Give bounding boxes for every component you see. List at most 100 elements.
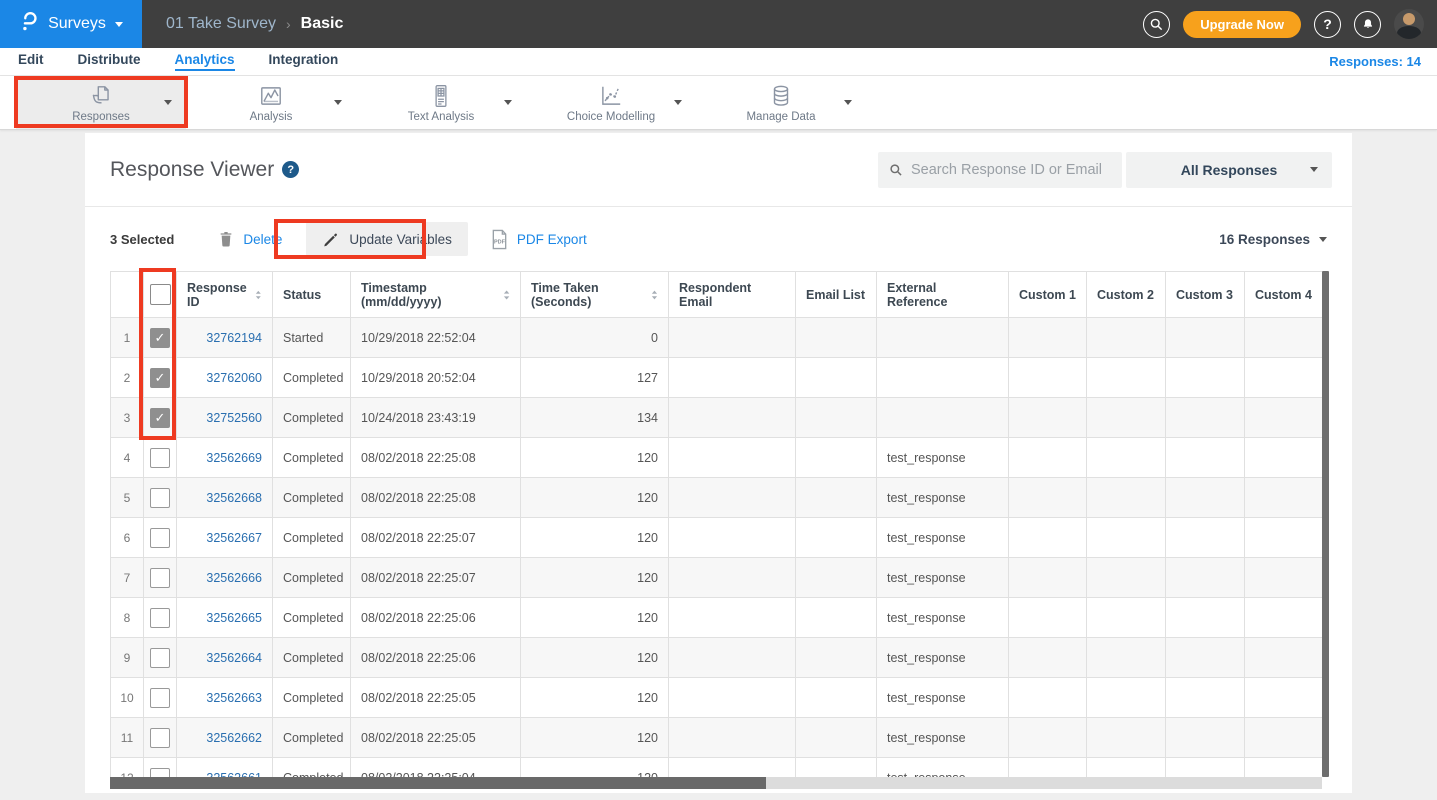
user-avatar[interactable] xyxy=(1394,9,1424,39)
cell-custom3 xyxy=(1166,678,1245,718)
nav-tab-integration[interactable]: Integration xyxy=(269,52,339,71)
cell-time_taken: 120 xyxy=(521,718,669,758)
row-checkbox[interactable] xyxy=(150,448,170,468)
breadcrumb-survey-name[interactable]: 01 Take Survey xyxy=(166,15,276,33)
column-header-external-reference: External Reference xyxy=(877,272,1009,318)
pdf-export-button[interactable]: PDF Export xyxy=(517,232,587,247)
table-row: 732562666Completed08/02/2018 22:25:07120… xyxy=(111,558,1323,598)
row-number: 3 xyxy=(111,398,144,438)
cell-time_taken: 120 xyxy=(521,558,669,598)
cell-respondent_email xyxy=(669,518,796,558)
response-id-link[interactable]: 32562664 xyxy=(206,651,262,665)
update-variables-button[interactable]: Update Variables xyxy=(306,222,468,256)
response-id-link[interactable]: 32562667 xyxy=(206,531,262,545)
chevron-down-icon[interactable] xyxy=(844,100,852,105)
cell-custom2 xyxy=(1087,398,1166,438)
toolbar-item-choice-modelling[interactable]: Choice Modelling xyxy=(526,76,696,129)
cell-custom1 xyxy=(1009,318,1087,358)
row-checkbox[interactable]: ✓ xyxy=(150,328,170,348)
row-checkbox[interactable] xyxy=(150,768,170,778)
sort-icon xyxy=(503,289,510,301)
row-checkbox[interactable] xyxy=(150,488,170,508)
table-row: 532562668Completed08/02/2018 22:25:08120… xyxy=(111,478,1323,518)
toolbar-item-responses[interactable]: Responses xyxy=(16,76,186,129)
response-table: Response IDStatusTimestamp (mm/dd/yyyy)T… xyxy=(110,271,1322,777)
search-input[interactable] xyxy=(911,162,1111,178)
row-checkbox-cell xyxy=(144,758,177,778)
update-variables-label: Update Variables xyxy=(349,232,452,247)
toolbar-item-analysis[interactable]: Analysis xyxy=(186,76,356,129)
row-checkbox[interactable]: ✓ xyxy=(150,408,170,428)
title-help-icon[interactable]: ? xyxy=(282,161,299,178)
row-checkbox[interactable] xyxy=(150,528,170,548)
cell-id: 32752560 xyxy=(177,398,273,438)
cell-external_reference: test_response xyxy=(877,478,1009,518)
row-checkbox[interactable] xyxy=(150,568,170,588)
cell-custom4 xyxy=(1245,558,1323,598)
select-all-checkbox[interactable] xyxy=(150,284,171,305)
row-checkbox[interactable] xyxy=(150,648,170,668)
column-header-response-id[interactable]: Response ID xyxy=(177,272,273,318)
response-id-link[interactable]: 32752560 xyxy=(206,411,262,425)
response-id-link[interactable]: 32562668 xyxy=(206,491,262,505)
cell-custom1 xyxy=(1009,758,1087,778)
row-number: 1 xyxy=(111,318,144,358)
cell-email_list xyxy=(796,398,877,438)
response-id-link[interactable]: 32562666 xyxy=(206,571,262,585)
column-label: Timestamp (mm/dd/yyyy) xyxy=(361,281,497,309)
help-icon[interactable]: ? xyxy=(1314,11,1341,38)
toolbar-item-manage-data[interactable]: Manage Data xyxy=(696,76,866,129)
search-icon[interactable] xyxy=(1143,11,1170,38)
response-id-link[interactable]: 32562669 xyxy=(206,451,262,465)
toolbar-item-text-analysis[interactable]: Text Analysis xyxy=(356,76,526,129)
response-id-link[interactable]: 32762194 xyxy=(206,331,262,345)
nav-tab-edit[interactable]: Edit xyxy=(18,52,44,71)
column-header-time-taken-seconds-[interactable]: Time Taken (Seconds) xyxy=(521,272,669,318)
response-id-link[interactable]: 32762060 xyxy=(206,371,262,385)
toolbar-item-label: Analysis xyxy=(250,111,293,123)
response-id-link[interactable]: 32562663 xyxy=(206,691,262,705)
row-checkbox[interactable] xyxy=(150,608,170,628)
chevron-down-icon[interactable] xyxy=(674,100,682,105)
notifications-bell-icon[interactable] xyxy=(1354,11,1381,38)
response-id-link[interactable]: 32562662 xyxy=(206,731,262,745)
nav-tab-distribute[interactable]: Distribute xyxy=(78,52,141,71)
row-checkbox[interactable] xyxy=(150,688,170,708)
toolbar-item-label: Choice Modelling xyxy=(567,111,655,123)
vertical-scrollbar[interactable] xyxy=(1322,271,1329,777)
cell-custom1 xyxy=(1009,358,1087,398)
product-switcher[interactable]: Surveys xyxy=(0,0,142,48)
cell-custom3 xyxy=(1166,438,1245,478)
row-checkbox[interactable] xyxy=(150,728,170,748)
cell-email_list xyxy=(796,758,877,778)
row-number: 7 xyxy=(111,558,144,598)
row-checkbox[interactable]: ✓ xyxy=(150,368,170,388)
pdf-file-icon[interactable]: PDF xyxy=(490,229,509,250)
row-number: 10 xyxy=(111,678,144,718)
chevron-down-icon[interactable] xyxy=(334,100,342,105)
cell-email_list xyxy=(796,478,877,518)
trash-icon[interactable] xyxy=(218,230,234,248)
horizontal-scrollbar-thumb[interactable] xyxy=(110,777,766,789)
table-header-row: Response IDStatusTimestamp (mm/dd/yyyy)T… xyxy=(111,272,1323,318)
table-row: 432562669Completed08/02/2018 22:25:08120… xyxy=(111,438,1323,478)
cell-timestamp: 08/02/2018 22:25:07 xyxy=(351,518,521,558)
responses-count-dropdown[interactable]: 16 Responses xyxy=(1219,232,1327,247)
cell-id: 32762194 xyxy=(177,318,273,358)
response-filter-dropdown[interactable]: All Responses xyxy=(1126,152,1332,188)
chevron-down-icon[interactable] xyxy=(504,100,512,105)
chevron-down-icon[interactable] xyxy=(164,100,172,105)
column-header-timestamp-mm-dd-yyyy-[interactable]: Timestamp (mm/dd/yyyy) xyxy=(351,272,521,318)
cell-external_reference: test_response xyxy=(877,638,1009,678)
horizontal-scrollbar-track[interactable] xyxy=(110,777,1322,789)
column-header-custom-4: Custom 4 xyxy=(1245,272,1323,318)
response-id-link[interactable]: 32562665 xyxy=(206,611,262,625)
upgrade-now-button[interactable]: Upgrade Now xyxy=(1183,11,1301,38)
nav-tab-analytics[interactable]: Analytics xyxy=(175,52,235,71)
cell-custom2 xyxy=(1087,598,1166,638)
responses-dropdown-value: 16 Responses xyxy=(1219,232,1310,247)
toolbar-item-label: Text Analysis xyxy=(408,111,474,123)
breadcrumb-separator-icon: › xyxy=(286,16,291,32)
cell-external_reference: test_response xyxy=(877,558,1009,598)
delete-button[interactable]: Delete xyxy=(243,232,282,247)
